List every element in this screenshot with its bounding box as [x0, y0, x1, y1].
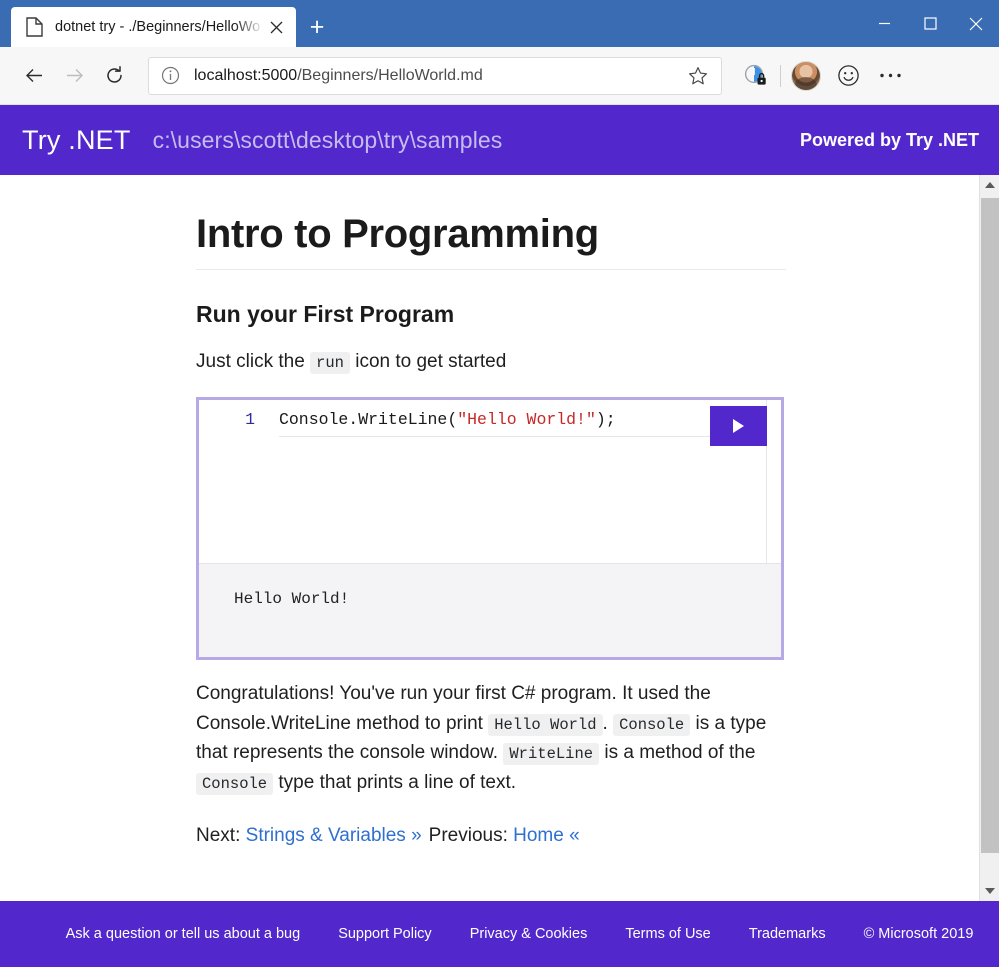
document-content: Intro to Programming Run your First Prog…	[0, 175, 999, 901]
previous-link[interactable]: Home «	[513, 825, 580, 846]
page-title: Intro to Programming	[196, 211, 786, 270]
intro-text-before: Just click the	[196, 351, 305, 372]
refresh-icon[interactable]	[94, 56, 134, 96]
scroll-up-arrow[interactable]	[980, 175, 999, 195]
site-header: Try .NET c:\users\scott\desktop\try\samp…	[0, 105, 999, 175]
code-editor-block: 1 Console.WriteLine("Hello World!"); Hel…	[196, 397, 784, 661]
inline-code-run: run	[310, 352, 350, 374]
code-line: 1 Console.WriteLine("Hello World!");	[199, 400, 781, 433]
page-scrollbar[interactable]	[979, 175, 999, 901]
body-part-4: is a method of the	[604, 742, 756, 764]
scroll-down-arrow[interactable]	[980, 881, 999, 901]
intro-paragraph: Just click the run icon to get started	[196, 347, 786, 376]
close-icon[interactable]	[953, 0, 999, 47]
run-button[interactable]	[710, 406, 767, 447]
browser-window: dotnet try - ./Beginners/HelloWo + local…	[0, 0, 999, 967]
body-part-5: type that prints a line of text.	[278, 771, 517, 793]
previous-label: Previous:	[428, 825, 508, 847]
window-controls	[861, 0, 999, 47]
scrollbar-track[interactable]	[980, 195, 999, 881]
site-brand: Try .NET	[22, 124, 131, 155]
scrollbar-thumb[interactable]	[980, 198, 999, 853]
code-editor-area[interactable]: 1 Console.WriteLine("Hello World!");	[199, 400, 781, 564]
new-tab-button[interactable]: +	[296, 7, 338, 47]
url-input[interactable]: localhost:5000/Beginners/HelloWorld.md	[194, 67, 685, 85]
line-number: 1	[245, 410, 255, 430]
footer-link-terms-of-use[interactable]: Terms of Use	[625, 926, 710, 942]
code-prefix: Console.WriteLine(	[279, 410, 458, 430]
browser-toolbar: localhost:5000/Beginners/HelloWorld.md	[0, 47, 999, 105]
url-path: /Beginners/HelloWorld.md	[297, 66, 483, 84]
play-icon	[733, 419, 744, 434]
editor-line-underline	[279, 436, 761, 438]
inline-code-console-1: Console	[613, 713, 691, 736]
output-text: Hello World!	[234, 590, 350, 609]
code-string-literal: "Hello World!"	[457, 410, 596, 430]
forward-arrow-icon[interactable]	[54, 56, 94, 96]
section-heading: Run your First Program	[196, 301, 455, 327]
footer-link-support-policy[interactable]: Support Policy	[338, 926, 432, 942]
footer-link-ask-question[interactable]: Ask a question or tell us about a bug	[66, 926, 301, 942]
reading-view-lock-icon[interactable]	[734, 55, 776, 97]
inline-code-console-2: Console	[196, 772, 274, 795]
back-arrow-icon[interactable]	[14, 56, 54, 96]
user-avatar[interactable]	[785, 55, 827, 97]
info-icon[interactable]	[161, 66, 180, 85]
code-output-panel: Hello World!	[199, 563, 781, 658]
page-viewport: Try .NET c:\users\scott\desktop\try\samp…	[0, 105, 999, 967]
smiley-icon[interactable]	[827, 55, 869, 97]
body-paragraph: Congratulations! You've run your first C…	[196, 679, 786, 797]
page-icon	[25, 16, 44, 38]
site-footer: Ask a question or tell us about a bug Su…	[0, 901, 999, 967]
toolbar-divider	[780, 64, 781, 87]
intro-text-after: icon to get started	[355, 351, 507, 372]
url-host: localhost:5000	[194, 66, 298, 84]
code-text: Console.WriteLine("Hello World!");	[279, 408, 616, 433]
minimize-icon[interactable]	[861, 0, 907, 47]
toolbar-right-icons	[734, 55, 911, 97]
browser-title-bar: dotnet try - ./Beginners/HelloWo +	[0, 0, 999, 47]
ellipsis-icon[interactable]	[869, 55, 911, 97]
next-label: Next:	[196, 825, 241, 847]
doc-navigation: Next: Strings & Variables » Previous: Hom…	[196, 825, 800, 847]
footer-link-trademarks[interactable]: Trademarks	[749, 926, 826, 942]
address-bar[interactable]: localhost:5000/Beginners/HelloWorld.md	[148, 56, 722, 95]
footer-link-privacy-cookies[interactable]: Privacy & Cookies	[470, 926, 588, 942]
tab-close-icon[interactable]	[264, 15, 288, 39]
code-suffix: );	[595, 410, 616, 430]
footer-copyright: © Microsoft 2019	[863, 926, 974, 942]
star-icon[interactable]	[685, 63, 711, 89]
inline-code-writeline: WriteLine	[503, 743, 600, 766]
next-link[interactable]: Strings & Variables »	[246, 825, 422, 846]
browser-tab-title: dotnet try - ./Beginners/HelloWo	[55, 19, 261, 35]
browser-tab[interactable]: dotnet try - ./Beginners/HelloWo	[11, 7, 296, 47]
maximize-icon[interactable]	[907, 0, 953, 47]
powered-by-label: Powered by Try .NET	[799, 129, 979, 150]
samples-path: c:\users\scott\desktop\try\samples	[152, 126, 503, 153]
inline-code-hello-world: Hello World	[488, 713, 603, 736]
body-part-2: .	[602, 712, 608, 734]
